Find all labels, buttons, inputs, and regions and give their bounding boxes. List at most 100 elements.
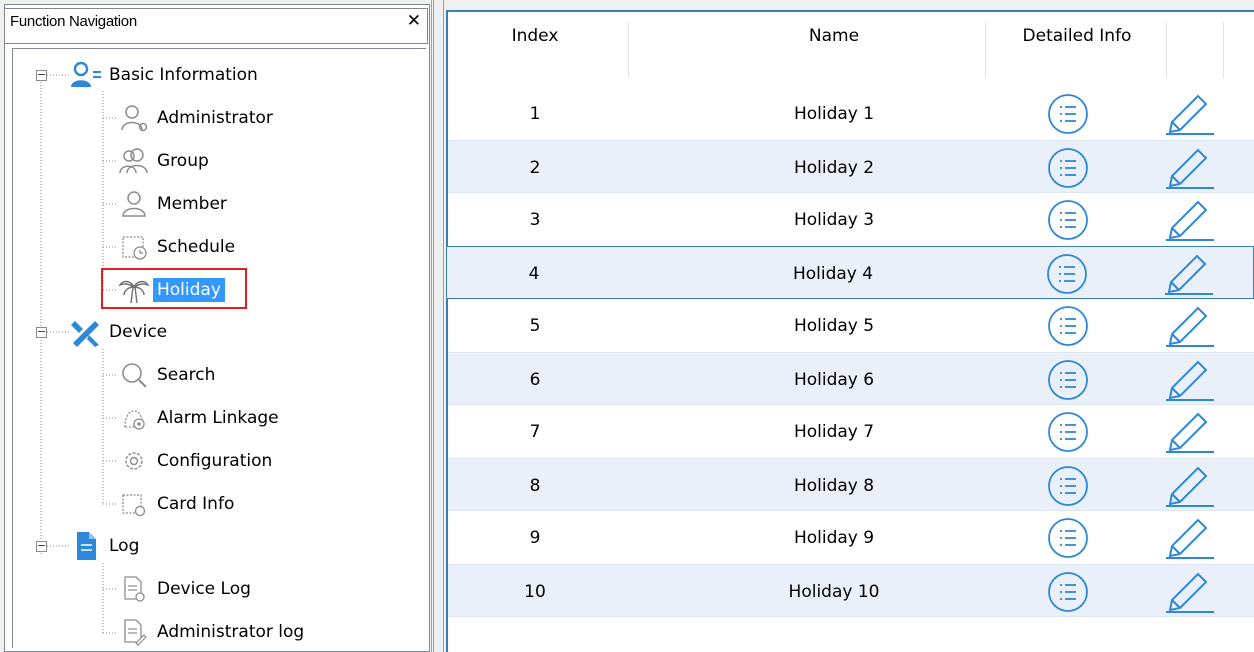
detail-cell <box>1043 247 1091 300</box>
detail-list-icon[interactable] <box>1046 516 1090 560</box>
user-group-icon <box>69 58 103 92</box>
row-index: 7 <box>529 421 541 442</box>
edit-pencil-icon[interactable] <box>1164 516 1216 560</box>
row-name: Holiday 8 <box>793 475 875 496</box>
edit-pencil-icon[interactable] <box>1164 358 1216 402</box>
detail-list-icon[interactable] <box>1046 464 1090 508</box>
row-name: Holiday 9 <box>793 527 875 548</box>
tree-label: Member <box>157 194 227 214</box>
tree-label: Holiday <box>153 278 225 302</box>
row-index: 5 <box>529 315 541 336</box>
detail-cell <box>1044 353 1092 406</box>
holiday-grid: Index Name Detailed Info 1 Holiday 1 2 H… <box>446 10 1254 652</box>
detail-cell <box>1044 87 1092 140</box>
tree-label: Configuration <box>157 451 273 471</box>
tree-item-holiday[interactable]: Holiday <box>117 273 225 307</box>
tree-label: Card Info <box>157 494 235 514</box>
edit-pencil-icon[interactable] <box>1164 198 1216 242</box>
edit-pencil-icon[interactable] <box>1164 146 1216 190</box>
column-header-index[interactable]: Index <box>500 26 570 46</box>
table-row[interactable]: 10 Holiday 10 <box>448 564 1254 617</box>
row-name: Holiday 7 <box>793 421 875 442</box>
tree-item-device[interactable]: Device <box>69 315 167 349</box>
column-header-name[interactable]: Name <box>674 26 994 46</box>
edit-cell <box>1162 299 1218 352</box>
tree-item-search[interactable]: Search <box>117 358 215 392</box>
tree-label: Search <box>157 365 216 385</box>
close-icon[interactable]: ✕ <box>407 11 421 31</box>
tree-item-device-log[interactable]: Device Log <box>117 572 251 606</box>
nav-header: Function Navigation ✕ <box>4 8 428 44</box>
tree-item-configuration[interactable]: Configuration <box>117 444 272 478</box>
edit-cell <box>1162 459 1218 512</box>
row-index: 6 <box>529 369 541 390</box>
tree-item-log[interactable]: Log <box>69 529 139 563</box>
edit-cell <box>1162 511 1218 564</box>
detail-list-icon[interactable] <box>1046 92 1090 136</box>
table-row[interactable]: 7 Holiday 7 <box>448 405 1254 458</box>
expander-device[interactable]: − <box>36 326 47 338</box>
card-info-icon <box>117 487 151 521</box>
schedule-icon <box>117 230 151 264</box>
tree-item-administrator[interactable]: Administrator <box>117 101 273 135</box>
panel-splitter[interactable] <box>430 0 446 652</box>
grid-header: Index Name Detailed Info <box>448 12 1254 80</box>
detail-cell <box>1044 405 1092 458</box>
row-name: Holiday 5 <box>793 315 875 336</box>
detail-list-icon[interactable] <box>1046 146 1090 190</box>
tree-item-card-info[interactable]: Card Info <box>117 487 234 521</box>
tree-label: Log <box>109 536 140 556</box>
expander-basic-information[interactable]: − <box>36 69 47 81</box>
search-icon <box>117 358 151 392</box>
detail-list-icon[interactable] <box>1045 252 1089 296</box>
expander-log[interactable]: − <box>36 540 47 552</box>
row-name: Holiday 6 <box>793 369 875 390</box>
edit-pencil-icon[interactable] <box>1163 252 1215 296</box>
detail-list-icon[interactable] <box>1046 410 1090 454</box>
table-row[interactable]: 1 Holiday 1 <box>448 87 1254 140</box>
table-row[interactable]: 4 Holiday 4 <box>446 246 1254 299</box>
tree-item-basic-information[interactable]: Basic Information <box>69 58 258 92</box>
table-row[interactable]: 9 Holiday 9 <box>448 511 1254 564</box>
tree-label: Administrator log <box>157 622 305 642</box>
table-row[interactable]: 8 Holiday 8 <box>448 458 1254 511</box>
tree-label: Administrator <box>157 108 273 128</box>
tree-label: Alarm Linkage <box>157 408 279 428</box>
detail-cell <box>1044 459 1092 512</box>
member-icon <box>117 187 151 221</box>
edit-cell <box>1161 247 1217 300</box>
row-name: Holiday 1 <box>793 103 875 124</box>
table-row[interactable]: 5 Holiday 5 <box>448 299 1254 352</box>
tree-label: Schedule <box>157 237 236 257</box>
gear-icon <box>117 444 151 478</box>
tree-item-group[interactable]: Group <box>117 144 209 178</box>
edit-pencil-icon[interactable] <box>1164 410 1216 454</box>
tree-item-alarm-linkage[interactable]: Alarm Linkage <box>117 401 279 435</box>
table-row[interactable]: 2 Holiday 2 <box>448 140 1254 193</box>
detail-list-icon[interactable] <box>1046 570 1090 614</box>
row-index: 2 <box>529 157 541 178</box>
edit-cell <box>1162 141 1218 194</box>
edit-cell <box>1162 193 1218 246</box>
navigation-tree: − − − Basic Information Administrator Gr… <box>12 48 426 648</box>
edit-pencil-icon[interactable] <box>1164 304 1216 348</box>
detail-cell <box>1044 565 1092 618</box>
row-name: Holiday 10 <box>788 581 880 602</box>
edit-pencil-icon[interactable] <box>1164 570 1216 614</box>
tree-item-schedule[interactable]: Schedule <box>117 230 235 264</box>
edit-pencil-icon[interactable] <box>1164 92 1216 136</box>
detail-list-icon[interactable] <box>1046 198 1090 242</box>
edit-cell <box>1162 87 1218 140</box>
column-header-detailed-info[interactable]: Detailed Info <box>1004 26 1150 46</box>
edit-cell <box>1162 405 1218 458</box>
table-row[interactable]: 6 Holiday 6 <box>448 352 1254 405</box>
row-index: 8 <box>529 475 541 496</box>
tree-item-member[interactable]: Member <box>117 187 227 221</box>
row-name: Holiday 3 <box>793 209 875 230</box>
edit-pencil-icon[interactable] <box>1164 464 1216 508</box>
tree-item-administrator-log[interactable]: Administrator log <box>117 615 304 649</box>
detail-list-icon[interactable] <box>1046 358 1090 402</box>
detail-list-icon[interactable] <box>1046 304 1090 348</box>
group-icon <box>117 144 151 178</box>
table-row[interactable]: 3 Holiday 3 <box>448 193 1254 246</box>
